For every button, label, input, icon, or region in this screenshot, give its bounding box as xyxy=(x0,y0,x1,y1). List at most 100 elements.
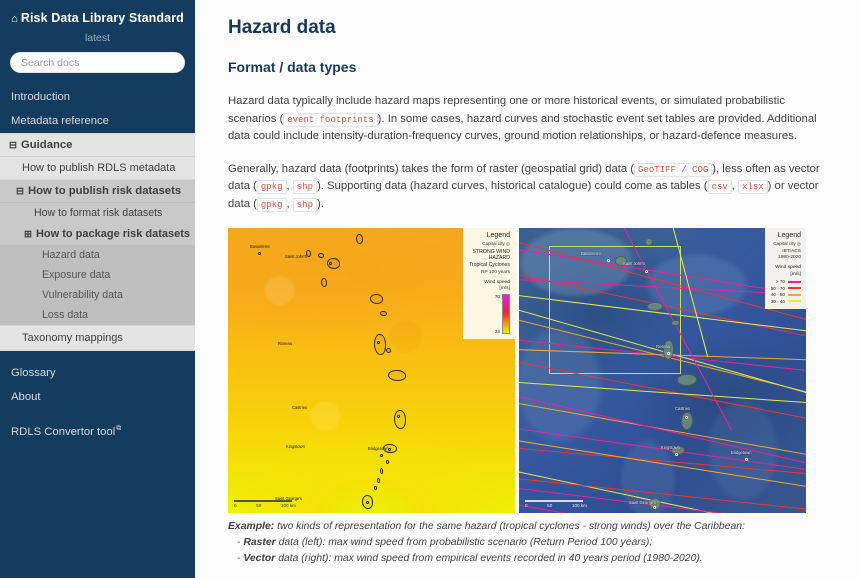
vector-hazard-map[interactable]: Basseterre Saint John's Roseau Castries … xyxy=(519,228,806,513)
city-marker xyxy=(653,506,656,509)
sidebar-item-how-to-publish-risk-datasets[interactable]: ⊟ How to publish risk datasets xyxy=(0,180,195,203)
caption-line-1: Example: two kinds of representation for… xyxy=(228,519,821,535)
colorbar-min-label: 33 xyxy=(494,329,500,335)
city-marker xyxy=(380,454,383,457)
paragraph-2-text-5: ). xyxy=(316,197,324,210)
scalebar-min: 0 xyxy=(234,503,237,508)
caption-line-1-text: two kinds of representation for the same… xyxy=(274,521,745,532)
sidebar-item-how-to-publish-rdls-metadata[interactable]: How to publish RDLS metadata xyxy=(0,157,195,180)
legend-source-line-2: 1980-2020 xyxy=(778,255,801,261)
city-label: Saint John's xyxy=(623,261,646,266)
legend-title: Legend xyxy=(777,232,801,239)
figure-caption: Example: two kinds of representation for… xyxy=(228,519,821,567)
legend-class-row: 50 - 70 xyxy=(771,286,801,291)
sidebar-item-label: How to package risk datasets xyxy=(35,228,191,240)
sidebar-item-label: Guidance xyxy=(20,139,73,151)
maps-row: Basseterre Saint John's Roseau Castries … xyxy=(228,228,821,513)
raster-scalebar: 0 50 100 km xyxy=(234,500,296,508)
caption-line-3: - Vector data (right): max wind speed fr… xyxy=(228,551,821,567)
legend-capital-city-row: Capital city ◎ xyxy=(771,241,801,247)
expand-toggle-icon[interactable]: ⊞ xyxy=(24,229,32,240)
sidebar-item-glossary[interactable]: Glossary xyxy=(0,361,195,385)
caption-example-label: Example: xyxy=(228,521,275,532)
sidebar-item-loss-data[interactable]: Loss data xyxy=(0,305,195,325)
legend-title: Legend xyxy=(486,232,510,239)
sidebar-item-how-to-format-risk-datasets[interactable]: How to format risk datasets xyxy=(0,203,195,223)
city-marker xyxy=(607,259,610,262)
colorbar-container: 70 33 xyxy=(469,294,510,335)
code-event-footprints: event footprints xyxy=(283,112,378,127)
scalebar-bar xyxy=(234,500,292,502)
city-marker xyxy=(667,352,670,355)
sidebar-item-vulnerability-data[interactable]: Vulnerability data xyxy=(0,285,195,305)
scalebar-mid: 50 xyxy=(256,503,262,508)
city-label: Castries xyxy=(675,406,691,411)
legend-return-period: RP 100 years xyxy=(481,270,510,275)
city-label: Basseterre xyxy=(250,244,270,249)
capital-city-icon: ◎ xyxy=(505,241,510,246)
raster-hazard-map[interactable]: Basseterre Saint John's Roseau Castries … xyxy=(228,228,515,513)
scalebar-max: 100 km xyxy=(571,503,587,508)
search-input[interactable] xyxy=(10,52,185,73)
sidebar-item-label: How to publish RDLS metadata xyxy=(22,162,176,174)
sidebar-item-taxonomy-mappings[interactable]: Taxonomy mappings xyxy=(0,325,195,351)
collapse-toggle-icon[interactable]: ⊟ xyxy=(9,140,17,151)
site-title-link[interactable]: ⌂ Risk Data Library Standard xyxy=(11,11,184,25)
caption-raster-label: Raster xyxy=(243,537,276,549)
collapse-toggle-icon[interactable]: ⊟ xyxy=(16,186,24,197)
legend-class-label: > 70 xyxy=(775,279,785,285)
legend-capital-city-label: Capital city xyxy=(482,241,505,246)
legend-unit-line-2: [m/s] xyxy=(790,271,801,277)
legend-capital-city-row: Capital city ◎ xyxy=(469,241,510,247)
colorbar-gradient xyxy=(502,294,510,335)
paragraph-2-text-3: ). Supporting data (hazard curves, histo… xyxy=(316,180,708,192)
paragraph-2-text-1: Generally, hazard data (footprints) take… xyxy=(228,162,635,175)
page-title: Hazard data xyxy=(228,17,336,38)
sidebar-item-introduction[interactable]: Introduction xyxy=(0,85,195,109)
colorbar-max-label: 70 xyxy=(494,294,500,300)
island-outline xyxy=(394,410,406,429)
sidebar-item-about[interactable]: About xyxy=(0,385,195,409)
city-marker xyxy=(645,270,648,273)
code-gpkg-1: gpkg xyxy=(256,180,287,194)
site-title: Risk Data Library Standard xyxy=(20,11,184,25)
caption-line-2: - Raster data (left): max wind speed fro… xyxy=(228,535,821,551)
sidebar-item-guidance[interactable]: ⊟ Guidance xyxy=(0,133,195,157)
island-outline xyxy=(380,311,387,316)
caption-line-3-text: data (right): max wind speed from empiri… xyxy=(275,553,703,565)
sidebar-item-metadata-reference[interactable]: Metadata reference xyxy=(0,109,195,133)
sidebar-item-label: Loss data xyxy=(42,309,88,321)
code-shp-2: shp xyxy=(292,197,317,212)
scalebar-min: 0 xyxy=(525,503,528,508)
legend-class-label: 30 - 40 xyxy=(770,298,785,304)
vector-legend: Legend Capital city ◎ IBTrACS 1980-2020 … xyxy=(764,228,806,309)
code-xlsx: xlsx xyxy=(738,180,768,194)
scalebar-bar xyxy=(525,500,583,502)
city-marker xyxy=(258,252,261,255)
vector-scalebar: 0 50 100 km xyxy=(525,500,587,508)
sidebar-item-label: How to publish risk datasets xyxy=(27,185,182,197)
sidebar-item-hazard-data[interactable]: Hazard data xyxy=(0,245,195,265)
paragraph-2-sep-2: , xyxy=(731,180,735,192)
city-label: Saint John's xyxy=(285,254,308,259)
sidebar-item-rdls-convertor-tool[interactable]: RDLS Convertor tool⧉ xyxy=(0,419,195,444)
code-geotiff-cog: GeoTIFF / COG xyxy=(634,162,713,177)
island-outline xyxy=(386,348,391,353)
city-label: Kingstown xyxy=(286,444,305,449)
island-outline xyxy=(318,253,324,258)
sidebar-item-label: How to format risk datasets xyxy=(34,207,163,219)
legend-class-swatch xyxy=(788,287,801,290)
island-outline xyxy=(370,294,383,304)
sidebar-item-exposure-data[interactable]: Exposure data xyxy=(0,265,195,285)
city-marker xyxy=(745,458,748,461)
code-gpkg-2: gpkg xyxy=(256,197,287,212)
sidebar-item-label: RDLS Convertor tool xyxy=(11,425,116,438)
legend-unit-line-1: Wind speed xyxy=(775,265,801,271)
sidebar-item-how-to-package-risk-datasets[interactable]: ⊞ How to package risk datasets xyxy=(0,223,195,245)
city-marker xyxy=(366,501,369,504)
main-content: Hazard data Format / data types Hazard d… xyxy=(195,0,859,578)
sidebar-item-label: Metadata reference xyxy=(11,115,109,127)
section-title: Format / data types xyxy=(228,59,357,75)
sidebar-item-label: Introduction xyxy=(11,91,71,103)
